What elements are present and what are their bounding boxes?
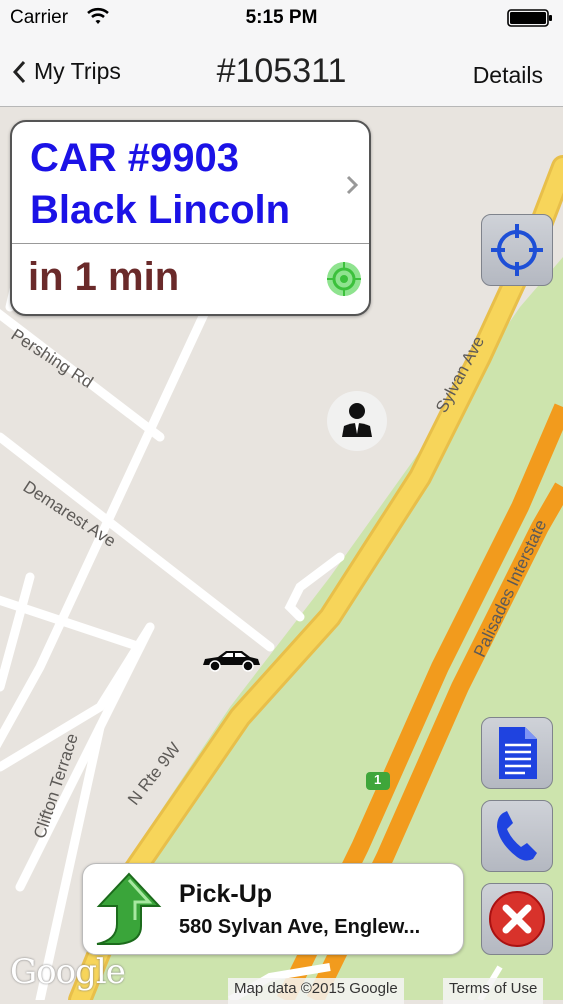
cancel-trip-button[interactable] bbox=[481, 883, 553, 955]
gps-signal-icon bbox=[325, 260, 363, 303]
crosshair-icon bbox=[491, 224, 543, 276]
details-button[interactable]: Details bbox=[473, 62, 543, 89]
status-bar: Carrier 5:15 PM bbox=[0, 0, 563, 36]
chevron-right-icon bbox=[345, 174, 359, 201]
pickup-title: Pick-Up bbox=[179, 880, 273, 908]
terms-of-use-link[interactable]: Terms of Use bbox=[443, 978, 544, 1004]
locate-me-button[interactable] bbox=[481, 214, 553, 286]
eta-label: in 1 min bbox=[28, 255, 180, 299]
google-logo: Google bbox=[10, 952, 126, 992]
trip-document-button[interactable] bbox=[481, 717, 553, 789]
car-number-label: CAR #9903 bbox=[30, 136, 240, 180]
map-data-attribution: Map data ©2015 Google bbox=[228, 978, 404, 1004]
pickup-address: 580 Sylvan Ave, Englew... bbox=[179, 916, 421, 938]
status-time: 5:15 PM bbox=[245, 7, 318, 28]
car-marker-icon[interactable] bbox=[200, 647, 262, 678]
navigation-bar: My Trips #105311 Details bbox=[0, 36, 563, 107]
passenger-marker-icon[interactable] bbox=[326, 390, 388, 457]
call-driver-button[interactable] bbox=[481, 800, 553, 872]
close-icon bbox=[489, 891, 545, 947]
pickup-arrow-icon bbox=[89, 870, 169, 953]
car-description-label: Black Lincoln bbox=[30, 188, 291, 232]
car-info-card[interactable]: CAR #9903 Black Lincoln in 1 min bbox=[10, 120, 371, 316]
route-badge-number: 1 bbox=[374, 772, 382, 787]
card-divider bbox=[12, 243, 369, 244]
phone-icon bbox=[497, 811, 537, 861]
pickup-info-panel[interactable]: Pick-Up 580 Sylvan Ave, Englew... bbox=[82, 863, 464, 955]
document-icon bbox=[499, 727, 537, 779]
battery-icon bbox=[507, 9, 553, 33]
